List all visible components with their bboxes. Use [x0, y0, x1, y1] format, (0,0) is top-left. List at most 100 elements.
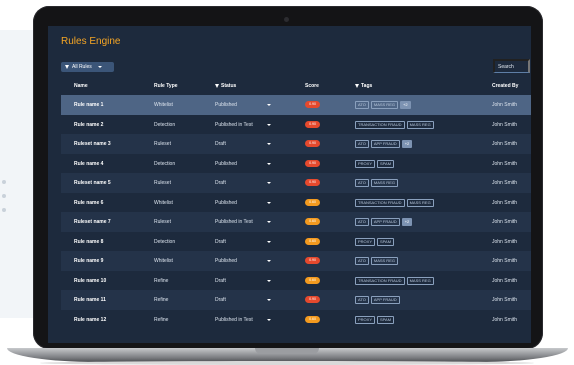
tag-chip: MASS REG: [370, 101, 398, 109]
rule-type: Refine: [154, 316, 169, 323]
tag-list: PROXY SPAM: [355, 237, 395, 246]
table-row[interactable]: Rule name 11 Refine Draft 0.90 ATO APP FRAUD J…: [61, 290, 531, 310]
tag-chip: MASS REG: [406, 120, 434, 129]
tag-list: ATO APP FRAUD +2: [355, 140, 413, 148]
tag-chip: MASS REG: [370, 257, 398, 265]
rule-status: Published: [215, 258, 237, 264]
tag-chip: ATO: [355, 140, 369, 148]
more-tags-badge[interactable]: +2: [399, 101, 411, 109]
rule-type: Whitelist: [154, 102, 173, 108]
table-row[interactable]: Rule name 1 Whitelist Published 0.90 ATO MASS…: [61, 95, 531, 115]
page-title: Rules Engine: [61, 36, 121, 47]
laptop-shadow: [40, 361, 534, 365]
rule-type: Whitelist: [154, 258, 173, 264]
tag-chip: APP FRAUD: [370, 218, 400, 226]
chevron-down-icon[interactable]: [267, 279, 271, 282]
column-name[interactable]: Name: [74, 83, 88, 89]
more-tags-badge[interactable]: +2: [401, 140, 413, 148]
rule-type: Refine: [154, 277, 169, 284]
background-dot: [2, 208, 6, 212]
rule-name: Rule name 6: [74, 199, 104, 206]
table-row[interactable]: Ruleset name 3 Ruleset Draft 0.90 ATO APP FRA…: [61, 134, 531, 154]
created-by: John Smith: [492, 316, 518, 323]
chevron-down-icon[interactable]: [267, 162, 271, 165]
chevron-down-icon[interactable]: [267, 143, 271, 145]
column-score[interactable]: Score: [305, 83, 319, 89]
table-row[interactable]: Rule name 4 Detection Published 0.90 PROXY SP…: [61, 153, 531, 173]
column-rule-type[interactable]: Rule Type: [154, 83, 178, 89]
tag-list: ATO MASS REG: [355, 257, 398, 265]
chevron-down-icon[interactable]: [267, 240, 271, 243]
rule-name: Rule name 1: [74, 102, 104, 108]
rule-type: Ruleset: [154, 219, 171, 225]
table-row[interactable]: Ruleset name 5 Ruleset Draft 0.90 ATO MASS RE…: [61, 173, 531, 193]
tag-list: ATO MASS REG +2: [355, 101, 411, 109]
rule-name: Rule name 4: [74, 160, 104, 167]
table-row[interactable]: Rule name 10 Refine Draft 0.60 TRANSACTION F…: [61, 270, 531, 290]
rule-name: Rule name 2: [74, 121, 104, 128]
more-tags-badge[interactable]: +2: [401, 218, 413, 226]
search-input[interactable]: [493, 59, 530, 73]
table-row[interactable]: Rule name 9 Whitelist Published 0.90 ATO MASS…: [61, 251, 531, 271]
chevron-down-icon[interactable]: [267, 221, 271, 223]
chevron-down-icon[interactable]: [267, 182, 271, 184]
created-by: John Smith: [492, 258, 518, 264]
rule-status: Published in Test: [215, 316, 253, 323]
chevron-down-icon: [97, 66, 102, 68]
background-dot: [2, 180, 6, 184]
filter-icon[interactable]: [355, 84, 359, 88]
created-by: John Smith: [492, 219, 518, 225]
tag-chip: ATO: [355, 257, 369, 265]
tag-chip: PROXY: [355, 237, 376, 246]
rule-status: Draft: [215, 180, 226, 186]
tag-chip: APP FRAUD: [370, 140, 400, 148]
created-by: John Smith: [492, 102, 518, 108]
rule-type: Refine: [154, 297, 169, 303]
rule-status: Draft: [215, 297, 226, 303]
tag-chip: MASS REG: [406, 276, 434, 285]
chevron-down-icon[interactable]: [267, 299, 271, 301]
column-created-by[interactable]: Created By: [492, 83, 518, 89]
chevron-down-icon[interactable]: [267, 104, 271, 106]
tag-list: TRANSACTION FRAUD MASS REG: [355, 120, 434, 129]
rule-status: Published in Test: [215, 219, 253, 225]
tag-chip: SPAM: [377, 315, 395, 324]
table-row[interactable]: Rule name 8 Detection Draft 0.60 PROXY SPAM Jo…: [61, 231, 531, 251]
created-by: John Smith: [492, 238, 518, 245]
rule-type: Detection: [154, 121, 176, 128]
app-screen: Rules Engine All Rules Name Rule Type St…: [48, 26, 531, 343]
created-by: John Smith: [492, 277, 518, 284]
tag-chip: PROXY: [355, 315, 376, 324]
chevron-down-icon[interactable]: [267, 260, 271, 262]
chevron-down-icon[interactable]: [267, 201, 271, 204]
tag-chip: TRANSACTION FRAUD: [355, 276, 405, 285]
table-row[interactable]: Rule name 2 Detection Published in Test 0.9…: [61, 114, 531, 134]
rule-status: Draft: [215, 238, 226, 245]
tag-list: ATO APP FRAUD: [355, 296, 400, 304]
tag-chip: ATO: [355, 296, 369, 304]
table-row[interactable]: Rule name 12 Refine Published in Test 0.60 P…: [61, 309, 531, 329]
rule-name: Rule name 11: [74, 297, 106, 303]
rule-type: Whitelist: [154, 199, 173, 206]
score-badge: 0.90: [305, 159, 320, 167]
table-row[interactable]: Ruleset name 7 Ruleset Published in Test 0.…: [61, 212, 531, 232]
rules-table: Rule name 1 Whitelist Published 0.90 ATO MASS…: [61, 95, 531, 329]
tag-chip: TRANSACTION FRAUD: [355, 120, 405, 129]
chevron-down-icon[interactable]: [267, 318, 271, 321]
background-dot: [2, 194, 6, 198]
rule-status: Draft: [215, 277, 226, 284]
chevron-down-icon[interactable]: [267, 123, 271, 126]
column-status[interactable]: Status: [215, 83, 236, 89]
filter-dropdown[interactable]: All Rules: [61, 62, 114, 72]
rule-status: Draft: [215, 141, 226, 147]
rule-name: Rule name 10: [74, 277, 107, 284]
table-row[interactable]: Rule name 6 Whitelist Published 0.60 TRANSAC…: [61, 192, 531, 212]
tag-list: TRANSACTION FRAUD MASS REG: [355, 198, 434, 207]
tag-list: ATO MASS REG: [355, 179, 398, 187]
rule-type: Ruleset: [154, 180, 171, 186]
table-header: Name Rule Type Status Score Tags Created…: [61, 82, 531, 92]
score-badge: 0.60: [305, 237, 320, 245]
filter-icon[interactable]: [215, 84, 219, 88]
score-badge: 0.90: [305, 101, 320, 108]
column-tags[interactable]: Tags: [355, 83, 372, 89]
